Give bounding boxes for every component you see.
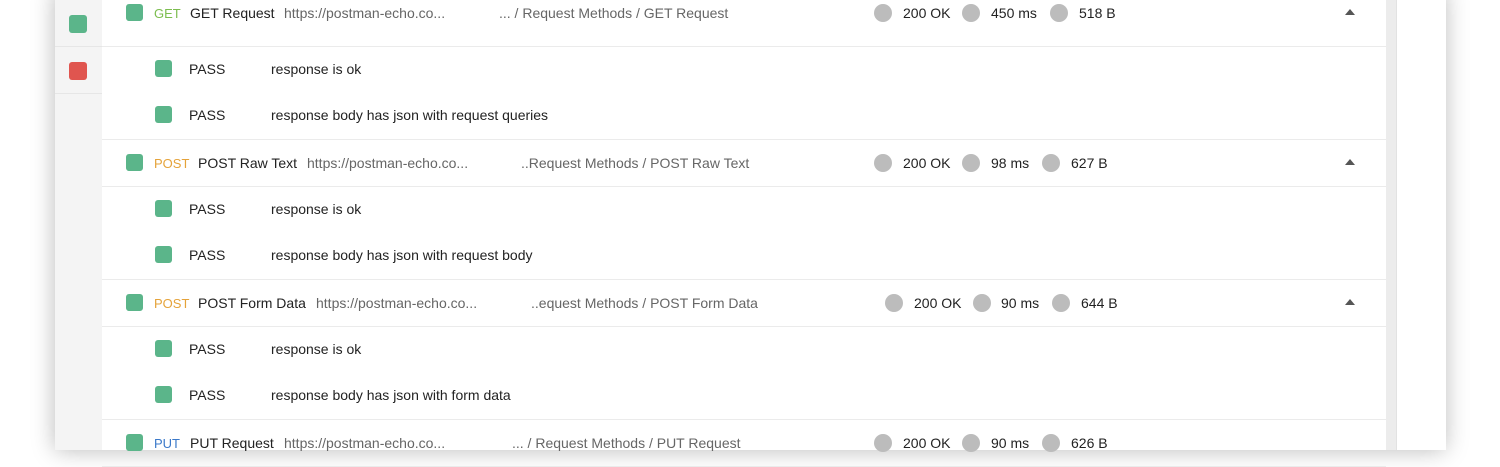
collapse-caret-icon[interactable] [1345, 159, 1355, 165]
request-path: ... / Request Methods / PUT Request [512, 435, 741, 451]
response-size: 644 B [1081, 295, 1118, 311]
size-dot-icon [1042, 434, 1060, 452]
collapse-caret-icon[interactable] [1345, 9, 1355, 15]
pass-indicator-icon [126, 294, 143, 311]
pass-indicator-icon [155, 246, 172, 263]
pass-indicator-icon [126, 154, 143, 171]
collapse-caret-icon[interactable] [1345, 299, 1355, 305]
pass-indicator-icon [155, 200, 172, 217]
test-result-row: PASS response body has json with request… [102, 232, 1386, 278]
status-dot-icon [874, 434, 892, 452]
test-description: response body has json with request quer… [271, 107, 549, 123]
request-row[interactable]: GET GET Request https://postman-echo.co.… [102, 0, 1386, 47]
pass-indicator-icon [126, 4, 143, 21]
time-dot-icon [973, 294, 991, 312]
size-dot-icon [1042, 154, 1060, 172]
test-result-row: PASS response body has json with form da… [102, 372, 1386, 418]
request-url: https://postman-echo.co... [284, 5, 446, 21]
fail-indicator-icon [69, 62, 87, 80]
request-method: POST [154, 156, 190, 171]
response-size: 518 B [1079, 5, 1116, 21]
run-history-item[interactable] [55, 47, 102, 94]
results-scrollbar[interactable] [1386, 0, 1396, 450]
response-status: 200 OK [914, 295, 962, 311]
test-result-row: PASS response is ok [102, 46, 1386, 92]
test-description: response is ok [271, 201, 362, 217]
run-summary-panel [1396, 0, 1446, 450]
run-results-list: GET GET Request https://postman-echo.co.… [102, 0, 1386, 467]
test-status: PASS [189, 61, 226, 77]
request-row[interactable]: POST POST Raw Text https://postman-echo.… [102, 139, 1386, 187]
run-history-item[interactable] [55, 0, 102, 47]
test-description: response body has json with form data [271, 387, 511, 403]
response-status: 200 OK [903, 5, 951, 21]
pass-indicator-icon [126, 434, 143, 451]
test-status: PASS [189, 107, 226, 123]
status-dot-icon [885, 294, 903, 312]
request-url: https://postman-echo.co... [284, 435, 446, 451]
time-dot-icon [962, 434, 980, 452]
request-path: ..equest Methods / POST Form Data [531, 295, 758, 311]
response-size: 626 B [1071, 435, 1108, 451]
status-dot-icon [874, 154, 892, 172]
test-result-row: PASS response body has json with request… [102, 92, 1386, 138]
request-method: POST [154, 296, 190, 311]
test-status: PASS [189, 387, 226, 403]
pass-indicator-icon [155, 60, 172, 77]
request-url: https://postman-echo.co... [316, 295, 478, 311]
request-row[interactable]: PUT PUT Request https://postman-echo.co.… [102, 419, 1386, 467]
request-name: PUT Request [190, 435, 274, 451]
run-history-sidebar [55, 0, 103, 450]
test-status: PASS [189, 341, 226, 357]
request-method: PUT [154, 436, 180, 451]
runner-window: GET GET Request https://postman-echo.co.… [55, 0, 1446, 467]
pass-indicator-icon [155, 106, 172, 123]
request-url: https://postman-echo.co... [307, 155, 469, 171]
test-status: PASS [189, 201, 226, 217]
request-path: ..Request Methods / POST Raw Text [521, 155, 750, 171]
response-size: 627 B [1071, 155, 1108, 171]
request-name: POST Form Data [198, 295, 306, 311]
pass-indicator-icon [155, 386, 172, 403]
request-path: ... / Request Methods / GET Request [499, 5, 729, 21]
status-dot-icon [874, 4, 892, 22]
test-result-row: PASS response is ok [102, 186, 1386, 232]
response-time: 90 ms [1001, 295, 1040, 311]
pass-indicator-icon [69, 15, 87, 33]
request-method: GET [154, 6, 181, 21]
time-dot-icon [962, 4, 980, 22]
request-row[interactable]: POST POST Form Data https://postman-echo… [102, 279, 1386, 327]
response-time: 98 ms [991, 155, 1030, 171]
size-dot-icon [1050, 4, 1068, 22]
test-description: response body has json with request body [271, 247, 533, 263]
size-dot-icon [1052, 294, 1070, 312]
test-result-row: PASS response is ok [102, 326, 1386, 372]
response-time: 90 ms [991, 435, 1030, 451]
request-name: POST Raw Text [198, 155, 298, 171]
test-description: response is ok [271, 61, 362, 77]
request-name: GET Request [190, 5, 275, 21]
response-status: 200 OK [903, 435, 951, 451]
time-dot-icon [962, 154, 980, 172]
test-description: response is ok [271, 341, 362, 357]
response-time: 450 ms [991, 5, 1037, 21]
test-status: PASS [189, 247, 226, 263]
response-status: 200 OK [903, 155, 951, 171]
pass-indicator-icon [155, 340, 172, 357]
